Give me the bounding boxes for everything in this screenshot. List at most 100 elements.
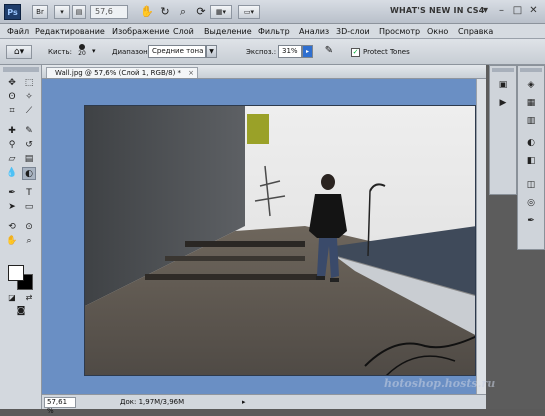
menu-window[interactable]: Окно	[427, 25, 448, 38]
screen-mode-button[interactable]: ▭▾	[238, 5, 260, 19]
masks-panel-icon[interactable]: ◧	[523, 154, 539, 168]
foreground-color-swatch-front[interactable]	[8, 265, 24, 281]
brush-label: Кисть:	[48, 48, 72, 56]
menu-help[interactable]: Справка	[458, 25, 493, 38]
maximize-button[interactable]: □	[510, 4, 525, 18]
document-vertical-scrollbar[interactable]	[476, 79, 486, 394]
close-button[interactable]: ✕	[526, 4, 541, 18]
document-tab[interactable]: Wall.jpg @ 57,6% (Слой 1, RGB/8) * ×	[46, 67, 199, 78]
lasso-tool-icon[interactable]: ʘ	[5, 91, 19, 104]
document-tab-title: Wall.jpg @ 57,6% (Слой 1, RGB/8) *	[55, 69, 182, 77]
panel-dock-grip[interactable]	[492, 68, 514, 72]
photo-street-scene	[85, 106, 475, 375]
status-zoom-field[interactable]: 57,61 %	[44, 397, 76, 415]
options-bar: ⌂▾ Кисть: 20 ▾ Диапазон: Средние тона ▼ …	[0, 39, 545, 65]
panel-dock: ▣ ▶ ◈ ▦ ▥ ◐ ◧ ◫ ◎ ✒	[486, 65, 545, 409]
tool-preset-picker[interactable]: ⌂▾	[6, 45, 32, 59]
swatches-panel-icon[interactable]: ▦	[523, 96, 539, 110]
history-brush-tool-icon[interactable]: ↺	[22, 139, 36, 152]
document-tab-bar: Wall.jpg @ 57,6% (Слой 1, RGB/8) * ×	[42, 65, 515, 79]
brush-size: 20	[78, 50, 86, 57]
type-tool-icon[interactable]: T	[22, 187, 36, 200]
panel-dock-column-2: ◈ ▦ ▥ ◐ ◧ ◫ ◎ ✒	[517, 65, 545, 250]
menu-analysis[interactable]: Анализ	[299, 25, 329, 38]
canvas-area[interactable]	[42, 79, 515, 394]
brush-dropdown-icon[interactable]: ▾	[92, 47, 96, 55]
healing-brush-tool-icon[interactable]: ✚	[5, 125, 19, 138]
shape-tool-icon[interactable]: ▭	[22, 201, 36, 214]
pen-tool-icon[interactable]: ✒	[5, 187, 19, 200]
protect-tones-label: Protect Tones	[363, 48, 410, 56]
zoom-tool-icon[interactable]: ⌕	[22, 235, 36, 248]
gradient-tool-icon[interactable]: ▤	[22, 153, 36, 166]
workspace-dropdown-icon[interactable]: ▾	[478, 4, 493, 18]
hand-tool-icon[interactable]: ✋	[5, 235, 19, 248]
magic-wand-tool-icon[interactable]: ✧	[22, 91, 36, 104]
zoom-level-field[interactable]: 57,6	[90, 5, 128, 19]
range-label: Диапазон:	[112, 48, 151, 56]
zoom-icon[interactable]: ⌕	[176, 4, 190, 19]
blur-tool-icon[interactable]: 💧	[5, 167, 19, 180]
exposure-slider-toggle[interactable]: ▸	[302, 45, 313, 58]
swap-colors-icon[interactable]: ⇄	[22, 291, 36, 304]
tools-panel-grip[interactable]	[3, 67, 39, 72]
crop-tool-icon[interactable]: ⌗	[5, 105, 19, 118]
layers-panel-icon[interactable]: ◫	[523, 178, 539, 192]
hand-icon[interactable]: ✋	[140, 4, 154, 19]
menu-layer[interactable]: Слой	[173, 25, 194, 38]
adjustments-panel-icon[interactable]: ◐	[523, 136, 539, 150]
color-panel-icon[interactable]: ◈	[523, 78, 539, 92]
panel-dock-column: ▣ ▶	[489, 65, 517, 195]
range-select[interactable]: Средние тона	[148, 45, 206, 58]
document-image[interactable]	[84, 105, 476, 376]
protect-tones-checkbox[interactable]: ✓	[351, 48, 360, 57]
channels-panel-icon[interactable]: ◎	[523, 196, 539, 210]
eraser-tool-icon[interactable]: ▱	[5, 153, 19, 166]
view-extras-button[interactable]: ▤	[72, 5, 86, 19]
status-menu-icon[interactable]: ▸	[242, 398, 246, 406]
range-dropdown-icon[interactable]: ▼	[206, 45, 217, 58]
exposure-input[interactable]: 31%	[278, 45, 302, 58]
status-doc-info[interactable]: Док: 1,97M/3,96M	[120, 398, 184, 406]
menu-bar: Файл Редактирование Изображение Слой Выд…	[0, 24, 545, 39]
clone-stamp-tool-icon[interactable]: ⚲	[5, 139, 19, 152]
status-bar: 57,61 % Док: 1,97M/3,96M ▸	[42, 394, 486, 415]
tools-panel: ✥ ⬚ ʘ ✧ ⌗ ⟋ ✚ ✎ ⚲ ↺ ▱ ▤ 💧 ◐ ✒ T ➤ ▭ ⟲ ⊙ …	[0, 65, 42, 409]
workspace-title[interactable]: WHAT'S NEW IN CS4	[390, 6, 485, 15]
arrange-documents-button[interactable]: ▦▾	[210, 5, 232, 19]
dodge-tool-icon[interactable]: ◐	[22, 167, 36, 180]
brush-tool-icon[interactable]: ✎	[22, 125, 36, 138]
menu-3d[interactable]: 3D-слои	[336, 25, 370, 38]
watermark: hotoshop.hosts.ru	[384, 377, 496, 390]
menu-view[interactable]: Просмотр	[379, 25, 420, 38]
paths-panel-icon[interactable]: ✒	[523, 214, 539, 228]
menu-select[interactable]: Выделение	[204, 25, 252, 38]
move-tool-icon[interactable]: ✥	[5, 77, 19, 90]
rotate-view-icon[interactable]: ↻	[158, 4, 172, 19]
3d-orbit-tool-icon[interactable]: ⊙	[22, 221, 36, 234]
photoshop-logo: Ps	[4, 4, 21, 20]
path-selection-tool-icon[interactable]: ➤	[5, 201, 19, 214]
menu-image[interactable]: Изображение	[112, 25, 170, 38]
brush-picker[interactable]: 20	[74, 42, 90, 62]
panel-dock-grip-2[interactable]	[520, 68, 542, 72]
history-panel-icon[interactable]: ▣	[495, 78, 511, 92]
default-colors-icon[interactable]: ◪	[5, 291, 19, 304]
extras-menu-button[interactable]: ▾	[54, 5, 70, 19]
marquee-tool-icon[interactable]: ⬚	[22, 77, 36, 90]
eyedropper-tool-icon[interactable]: ⟋	[22, 105, 36, 118]
rotate-icon[interactable]: ⟳	[194, 4, 208, 19]
styles-panel-icon[interactable]: ▥	[523, 114, 539, 128]
exposure-label: Экспоз.:	[246, 48, 277, 56]
actions-panel-icon[interactable]: ▶	[495, 96, 511, 110]
menu-file[interactable]: Файл	[7, 25, 29, 38]
3d-rotate-tool-icon[interactable]: ⟲	[5, 221, 19, 234]
menu-filter[interactable]: Фильтр	[258, 25, 290, 38]
minimize-button[interactable]: –	[494, 4, 509, 18]
bridge-button[interactable]: Br	[32, 5, 48, 19]
airbrush-icon[interactable]: ✎	[322, 44, 336, 58]
menu-edit[interactable]: Редактирование	[35, 25, 105, 38]
quick-mask-icon[interactable]: ◙	[14, 305, 28, 318]
title-bar: Ps Br ▾ ▤ 57,6 ✋ ↻ ⌕ ⟳ ▦▾ ▭▾ WHAT'S NEW …	[0, 0, 545, 24]
close-document-icon[interactable]: ×	[188, 68, 194, 78]
